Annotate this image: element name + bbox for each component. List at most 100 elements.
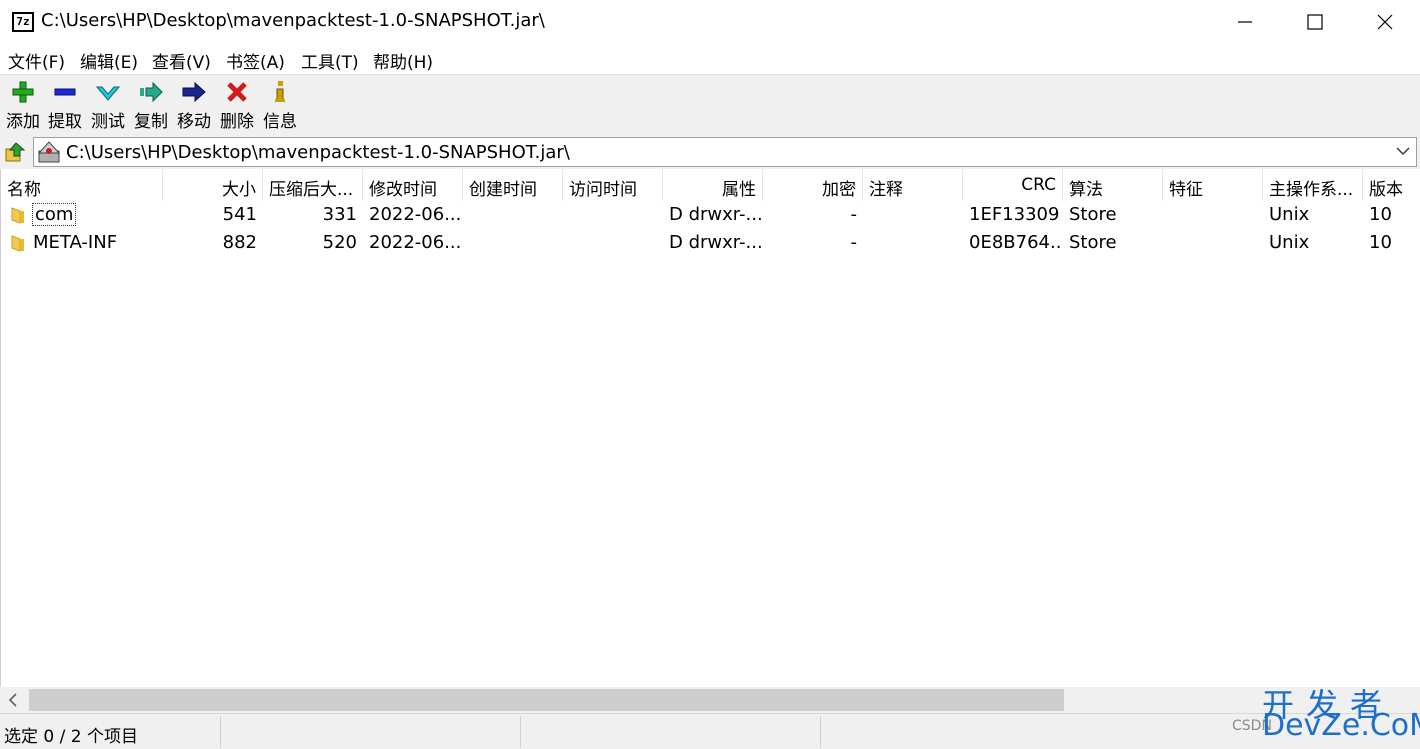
info-label: 信息 — [263, 112, 297, 132]
minus-icon — [54, 88, 76, 96]
file-list[interactable]: 名称 大小 压缩后大... 修改时间 创建时间 访问时间 属性 加密 注释 CR… — [0, 169, 1420, 687]
column-header-created[interactable]: 创建时间 — [463, 169, 563, 201]
folder-icon — [11, 207, 24, 224]
file-accessed — [563, 201, 663, 229]
horizontal-scrollbar[interactable] — [0, 687, 1420, 713]
file-encrypted: - — [850, 204, 858, 225]
folder-icon — [11, 235, 24, 252]
scrollbar-thumb[interactable] — [29, 689, 1064, 711]
maximize-button[interactable] — [1280, 0, 1350, 44]
status-bar: 选定 0 / 2 个项目 — [0, 713, 1420, 749]
column-header-modified[interactable]: 修改时间 — [363, 169, 463, 201]
copy-arrow-icon — [140, 81, 163, 103]
column-header-method[interactable]: 算法 — [1063, 169, 1163, 201]
info-button[interactable]: 信息 — [261, 77, 299, 133]
maximize-icon — [1307, 14, 1323, 30]
column-header-size[interactable]: 大小 — [163, 169, 263, 201]
close-icon — [1377, 14, 1393, 30]
info-icon — [275, 81, 285, 102]
table-row[interactable]: META-INF 882 520 2022-06... D drwxr-... … — [1, 229, 1420, 257]
move-button[interactable]: 移动 — [175, 77, 213, 133]
file-method: Store — [1069, 232, 1117, 253]
move-label: 移动 — [177, 112, 211, 132]
file-encrypted: - — [850, 232, 858, 253]
selection-status: 选定 0 / 2 个项目 — [4, 727, 138, 747]
menu-bookmarks[interactable]: 书签(A) — [226, 48, 285, 73]
delete-x-icon — [227, 82, 247, 102]
menu-bar: 文件(F) 编辑(E) 查看(V) 书签(A) 工具(T) 帮助(H) — [0, 44, 1420, 74]
file-crc: 1EF13309 — [969, 204, 1060, 225]
column-header-attributes[interactable]: 属性 — [663, 169, 763, 201]
file-created — [463, 201, 563, 229]
add-button[interactable]: 添加 — [4, 77, 42, 133]
test-label: 测试 — [91, 112, 125, 132]
file-attributes: D drwxr-... — [669, 232, 763, 253]
column-header-characteristics[interactable]: 特征 — [1163, 169, 1263, 201]
file-version: 10 — [1369, 204, 1392, 225]
address-bar: C:\Users\HP\Desktop\mavenpacktest-1.0-SN… — [0, 135, 1420, 169]
up-folder-icon — [5, 142, 26, 162]
column-header-encrypted[interactable]: 加密 — [763, 169, 863, 201]
file-characteristics — [1163, 229, 1263, 257]
file-comment — [863, 229, 963, 257]
window-title: C:\Users\HP\Desktop\mavenpacktest-1.0-SN… — [41, 10, 545, 31]
menu-edit[interactable]: 编辑(E) — [80, 48, 138, 73]
table-row[interactable]: com 541 331 2022-06... D drwxr-... - 1EF… — [1, 201, 1420, 229]
status-divider — [820, 716, 821, 748]
jar-archive-icon — [38, 141, 60, 163]
title-bar: 7z C:\Users\HP\Desktop\mavenpacktest-1.0… — [0, 0, 1420, 44]
file-accessed — [563, 229, 663, 257]
file-characteristics — [1163, 201, 1263, 229]
column-header-comment[interactable]: 注释 — [863, 169, 963, 201]
delete-label: 删除 — [220, 112, 254, 132]
menu-help[interactable]: 帮助(H) — [373, 48, 433, 73]
file-host-os: Unix — [1269, 204, 1310, 225]
path-combobox[interactable]: C:\Users\HP\Desktop\mavenpacktest-1.0-SN… — [33, 137, 1417, 167]
copy-button[interactable]: 复制 — [132, 77, 170, 133]
menu-file[interactable]: 文件(F) — [8, 48, 65, 73]
file-crc: 0E8B764... — [969, 232, 1063, 253]
move-arrow-icon — [182, 81, 206, 103]
file-name: META-INF — [33, 232, 118, 253]
file-modified: 2022-06... — [369, 204, 462, 225]
file-packed-size: 331 — [322, 204, 357, 225]
column-header-packed-size[interactable]: 压缩后大... — [263, 169, 363, 201]
add-label: 添加 — [6, 112, 40, 132]
app-7z-icon: 7z — [12, 12, 34, 32]
extract-label: 提取 — [48, 112, 82, 132]
column-header-host-os[interactable]: 主操作系... — [1263, 169, 1363, 201]
chevron-down-icon[interactable] — [1396, 144, 1410, 158]
scroll-left-icon[interactable] — [6, 692, 20, 708]
extract-button[interactable]: 提取 — [46, 77, 84, 133]
menu-tools[interactable]: 工具(T) — [301, 48, 359, 73]
up-folder-button[interactable] — [4, 141, 26, 163]
column-header-version[interactable]: 版本 — [1363, 169, 1420, 201]
watermark-site: DevZe.CoM — [1262, 708, 1420, 743]
column-header-crc[interactable]: CRC — [963, 169, 1063, 201]
file-modified: 2022-06... — [369, 232, 462, 253]
path-text: C:\Users\HP\Desktop\mavenpacktest-1.0-SN… — [66, 142, 570, 163]
close-button[interactable] — [1350, 0, 1420, 44]
test-button[interactable]: 测试 — [89, 77, 127, 133]
menu-view[interactable]: 查看(V) — [152, 48, 211, 73]
file-name: com — [31, 203, 77, 226]
file-version: 10 — [1369, 232, 1392, 253]
file-size: 541 — [222, 204, 257, 225]
file-attributes: D drwxr-... — [669, 204, 763, 225]
status-divider — [220, 716, 221, 748]
file-comment — [863, 201, 963, 229]
check-chevron-icon — [96, 86, 120, 101]
minimize-icon — [1238, 21, 1252, 23]
file-created — [463, 229, 563, 257]
plus-icon — [12, 81, 34, 103]
column-header-name[interactable]: 名称 — [1, 169, 163, 201]
copy-label: 复制 — [134, 112, 168, 132]
status-divider — [520, 716, 521, 748]
file-packed-size: 520 — [322, 232, 357, 253]
file-size: 882 — [222, 232, 257, 253]
delete-button[interactable]: 删除 — [218, 77, 256, 133]
toolbar: 添加 提取 测试 复制 移动 删除 信息 — [0, 74, 1420, 136]
minimize-button[interactable] — [1210, 0, 1280, 44]
file-host-os: Unix — [1269, 232, 1310, 253]
column-header-accessed[interactable]: 访问时间 — [563, 169, 663, 201]
